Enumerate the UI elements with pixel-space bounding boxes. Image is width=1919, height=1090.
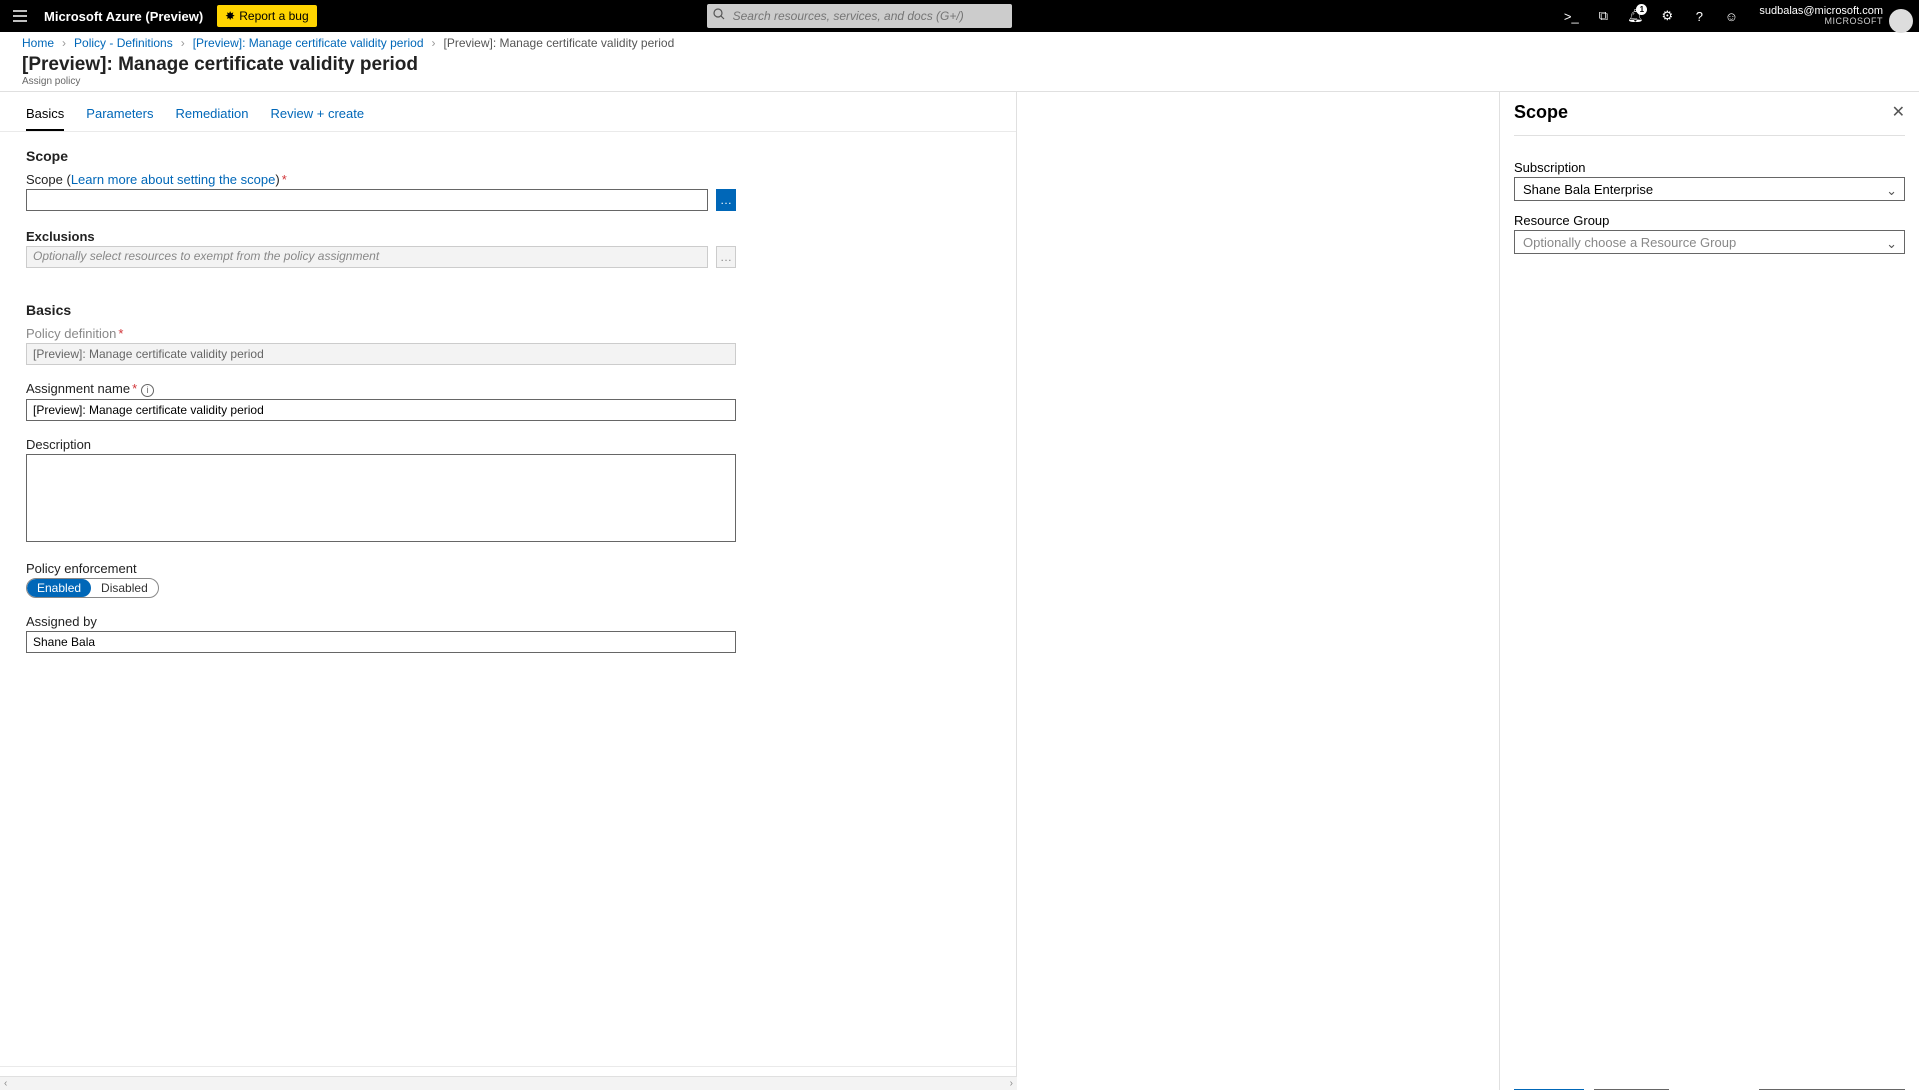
page-heading: [Preview]: Manage certificate validity p… — [0, 54, 1919, 91]
assigned-by-input[interactable] — [26, 631, 736, 653]
divider — [1514, 135, 1905, 136]
breadcrumb-definition[interactable]: [Preview]: Manage certificate validity p… — [193, 36, 424, 50]
feedback-button[interactable]: ☺ — [1715, 0, 1747, 32]
tab-parameters[interactable]: Parameters — [86, 106, 153, 131]
scope-input[interactable] — [26, 189, 708, 211]
assigned-by-label: Assigned by — [26, 614, 990, 629]
account-tenant: MICROSOFT — [1759, 17, 1883, 27]
required-marker: * — [132, 381, 137, 396]
assignment-name-input[interactable] — [26, 399, 736, 421]
breadcrumb-current: [Preview]: Manage certificate validity p… — [444, 36, 675, 50]
breadcrumb-home[interactable]: Home — [22, 36, 54, 50]
horizontal-scrollbar[interactable]: ‹ › — [0, 1076, 1017, 1090]
form-area: Scope Scope (Learn more about setting th… — [0, 132, 1016, 1066]
top-icons: >_ ⧉ 🔔︎ 1 ⚙ ? ☺ sudbalas@microsoft.com M… — [1555, 0, 1919, 32]
cloud-shell-icon: >_ — [1564, 9, 1579, 24]
bug-icon: ✸ — [225, 9, 235, 23]
scroll-right-icon[interactable]: › — [1010, 1078, 1013, 1089]
policy-definition-field — [26, 343, 736, 365]
subscription-dropdown[interactable]: Shane Bala Enterprise — [1514, 177, 1905, 201]
account-menu[interactable]: sudbalas@microsoft.com MICROSOFT — [1747, 5, 1919, 27]
brand-label: Microsoft Azure (Preview) — [44, 9, 203, 24]
info-icon[interactable]: i — [141, 384, 154, 397]
basics-section-title: Basics — [26, 302, 990, 318]
filter-icon: ⧉ — [1599, 8, 1608, 24]
cloud-shell-button[interactable]: >_ — [1555, 0, 1587, 32]
resource-group-label: Resource Group — [1514, 213, 1905, 228]
toggle-enabled[interactable]: Enabled — [27, 579, 91, 597]
gear-icon: ⚙ — [1662, 8, 1674, 24]
flyout-title: Scope — [1514, 102, 1892, 123]
top-bar: Microsoft Azure (Preview) ✸ Report a bug… — [0, 0, 1919, 32]
assignment-name-label: Assignment name* i — [26, 381, 990, 397]
settings-button[interactable]: ⚙ — [1651, 0, 1683, 32]
scroll-left-icon[interactable]: ‹ — [4, 1078, 7, 1089]
content-row: Basics Parameters Remediation Review + c… — [0, 91, 1919, 1090]
flyout-close-button[interactable]: ✕ — [1892, 102, 1905, 122]
policy-definition-label-text: Policy definition — [26, 326, 116, 341]
notification-badge: 1 — [1636, 4, 1647, 15]
page-subtitle: Assign policy — [22, 76, 1897, 87]
report-bug-label: Report a bug — [239, 9, 308, 23]
breadcrumb: Home › Policy - Definitions › [Preview]:… — [0, 32, 1919, 54]
scope-section-title: Scope — [26, 148, 990, 164]
scope-learn-more-link[interactable]: Learn more about setting the scope — [71, 172, 276, 187]
policy-enforcement-toggle[interactable]: Enabled Disabled — [26, 578, 159, 598]
exclusions-input[interactable]: Optionally select resources to exempt fr… — [26, 246, 708, 268]
policy-definition-label: Policy definition* — [26, 326, 990, 341]
resource-group-dropdown[interactable]: Optionally choose a Resource Group — [1514, 230, 1905, 254]
menu-toggle-button[interactable] — [0, 0, 40, 32]
chevron-right-icon: › — [181, 36, 185, 50]
help-icon: ? — [1696, 9, 1703, 24]
main-column: Basics Parameters Remediation Review + c… — [0, 92, 1017, 1090]
smile-icon: ☺ — [1725, 9, 1738, 24]
exclusions-picker-button[interactable]: … — [716, 246, 736, 268]
scope-picker-button[interactable]: … — [716, 189, 736, 211]
help-button[interactable]: ? — [1683, 0, 1715, 32]
exclusions-label: Exclusions — [26, 229, 990, 244]
search-wrap — [707, 4, 1012, 28]
notifications-button[interactable]: 🔔︎ 1 — [1619, 0, 1651, 32]
global-search-input[interactable] — [707, 4, 1012, 28]
breadcrumb-policy-definitions[interactable]: Policy - Definitions — [74, 36, 173, 50]
required-marker: * — [118, 326, 123, 341]
description-input[interactable] — [26, 454, 736, 542]
avatar — [1889, 9, 1913, 33]
page-title: [Preview]: Manage certificate validity p… — [22, 54, 1897, 76]
policy-enforcement-label: Policy enforcement — [26, 561, 990, 576]
scope-flyout-panel: Scope ✕ Subscription Shane Bala Enterpri… — [1499, 92, 1919, 1090]
chevron-right-icon: › — [62, 36, 66, 50]
search-icon — [713, 8, 725, 23]
tab-basics[interactable]: Basics — [26, 106, 64, 131]
scope-label-post: ) — [275, 172, 279, 187]
toggle-disabled[interactable]: Disabled — [91, 579, 158, 597]
description-label: Description — [26, 437, 990, 452]
chevron-right-icon: › — [432, 36, 436, 50]
hamburger-icon — [13, 10, 27, 22]
directory-filter-button[interactable]: ⧉ — [1587, 0, 1619, 32]
flyout-footer: Select Cancel Clear All Selections — [1514, 1077, 1905, 1090]
required-marker: * — [282, 172, 287, 187]
tab-review-create[interactable]: Review + create — [271, 106, 365, 131]
tab-bar: Basics Parameters Remediation Review + c… — [0, 92, 1016, 132]
report-bug-button[interactable]: ✸ Report a bug — [217, 5, 316, 27]
assignment-name-label-text: Assignment name — [26, 381, 130, 396]
tab-remediation[interactable]: Remediation — [176, 106, 249, 131]
scope-label: Scope (Learn more about setting the scop… — [26, 172, 990, 187]
subscription-label: Subscription — [1514, 160, 1905, 175]
scope-label-pre: Scope ( — [26, 172, 71, 187]
